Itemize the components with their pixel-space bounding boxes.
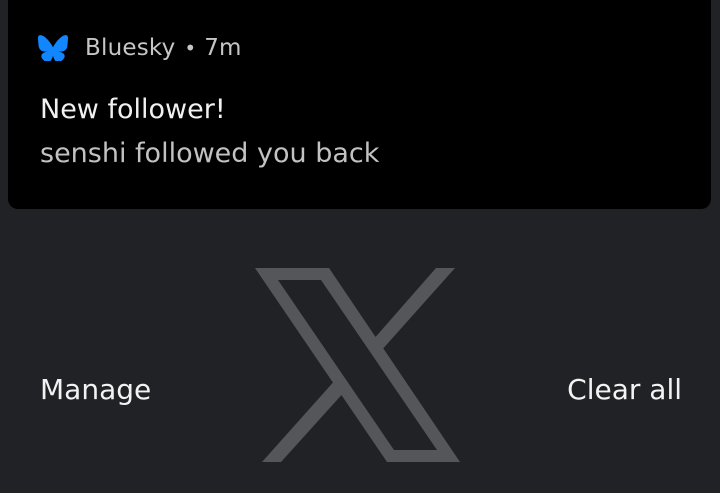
clear-all-button[interactable]: Clear all: [567, 370, 682, 410]
notification-body: senshi followed you back: [40, 138, 380, 169]
notification-shade: Bluesky • 7m New follower! senshi follow…: [0, 0, 720, 493]
header-separator: •: [184, 36, 197, 60]
manage-button[interactable]: Manage: [40, 370, 151, 410]
x-logo-icon: [255, 268, 467, 462]
notification-header: Bluesky • 7m: [38, 31, 242, 65]
notification-title: New follower!: [40, 94, 226, 125]
app-name: Bluesky: [85, 35, 176, 61]
butterfly-icon: [38, 35, 68, 61]
bluesky-notification-card[interactable]: Bluesky • 7m New follower! senshi follow…: [8, 0, 711, 209]
notification-time: 7m: [204, 35, 242, 61]
